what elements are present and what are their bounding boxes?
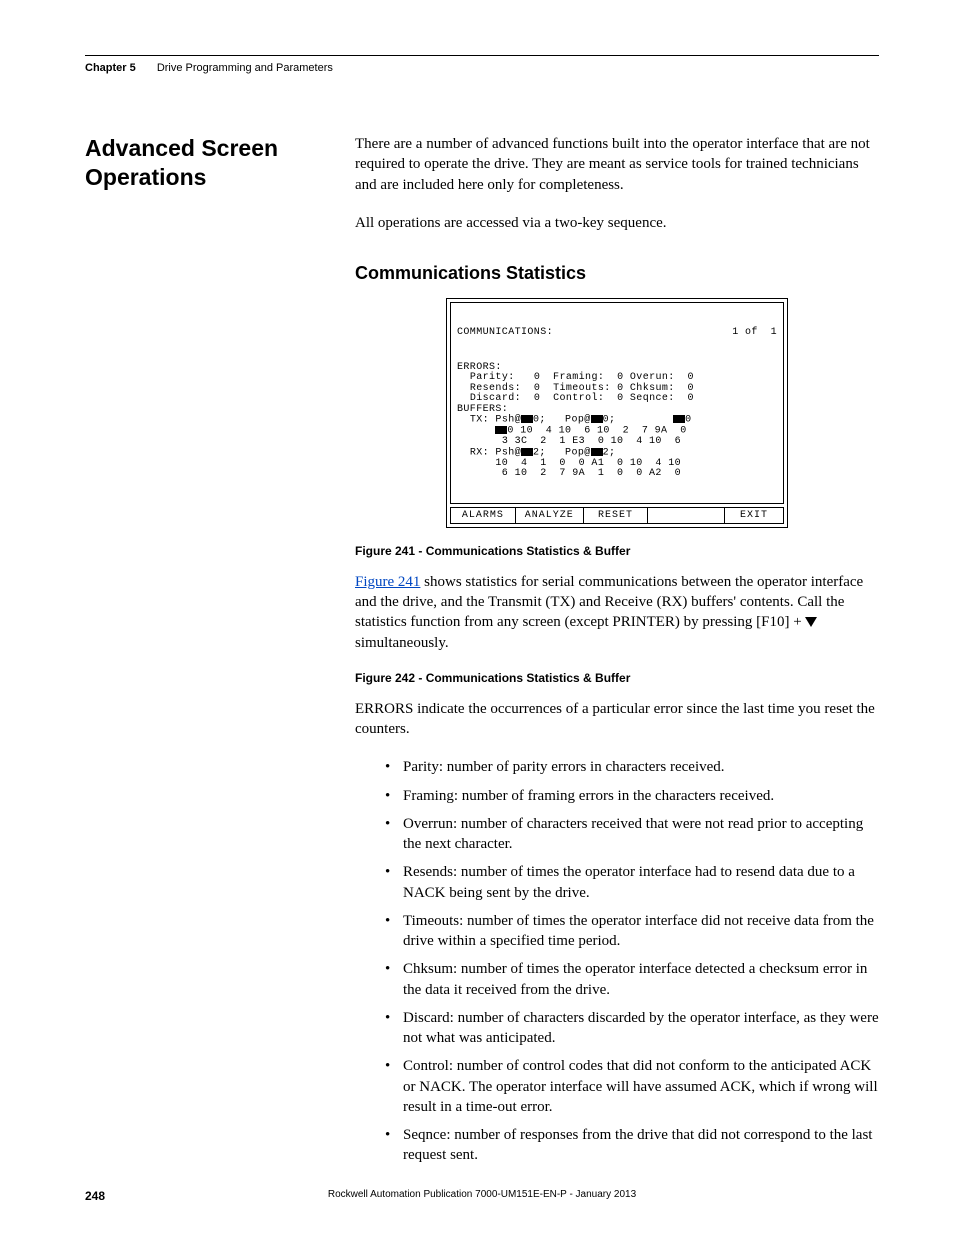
intro-paragraph-2: All operations are accessed via a two-ke…	[355, 213, 879, 233]
analyze-button[interactable]: ANALYZE	[516, 507, 584, 524]
screen-body: ERRORS: Parity: 0 Framing: 0 Overun: 0 R…	[457, 363, 777, 480]
intro-paragraph-1: There are a number of advanced functions…	[355, 134, 879, 195]
figure-241-link[interactable]: Figure 241	[355, 574, 420, 590]
running-header: Chapter 5 Drive Programming and Paramete…	[85, 62, 879, 74]
list-item: Discard: number of characters discarded …	[385, 1008, 879, 1049]
list-item: Resends: number of times the operator in…	[385, 862, 879, 903]
list-item: Parity: number of parity errors in chara…	[385, 757, 879, 777]
subsection-heading: Communications Statistics	[355, 263, 879, 284]
list-item: Seqnce: number of responses from the dri…	[385, 1125, 879, 1166]
figure-241-paragraph: Figure 241 shows statistics for serial c…	[355, 572, 879, 653]
down-arrow-icon	[805, 617, 817, 627]
list-item: Control: number of control codes that di…	[385, 1056, 879, 1117]
alarms-button[interactable]: ALARMS	[450, 507, 516, 524]
list-item: Overrun: number of characters received t…	[385, 814, 879, 855]
chapter-label: Chapter 5	[85, 62, 136, 74]
screen-page: 1 of 1	[732, 328, 777, 339]
comm-statistics-screen: COMMUNICATIONS: 1 of 1 ERRORS: Parity: 0…	[446, 298, 788, 528]
list-item: Timeouts: number of times the operator i…	[385, 911, 879, 952]
screen-title: COMMUNICATIONS:	[457, 328, 553, 339]
section-title: Advanced Screen Operations	[85, 134, 335, 192]
figure-241-caption: Figure 241 - Communications Statistics &…	[355, 544, 879, 558]
errors-bullet-list: Parity: number of parity errors in chara…	[355, 757, 879, 1165]
publication-id: Rockwell Automation Publication 7000-UM1…	[85, 1189, 879, 1200]
errors-intro: ERRORS indicate the occurrences of a par…	[355, 699, 879, 740]
figure-242-caption: Figure 242 - Communications Statistics &…	[355, 671, 879, 685]
blank-button	[648, 507, 724, 524]
page-footer: 248 Rockwell Automation Publication 7000…	[85, 1189, 879, 1203]
list-item: Chksum: number of times the operator int…	[385, 959, 879, 1000]
chapter-title: Drive Programming and Parameters	[157, 62, 333, 74]
list-item: Framing: number of framing errors in the…	[385, 786, 879, 806]
reset-button[interactable]: RESET	[584, 507, 649, 524]
exit-button[interactable]: EXIT	[725, 507, 784, 524]
